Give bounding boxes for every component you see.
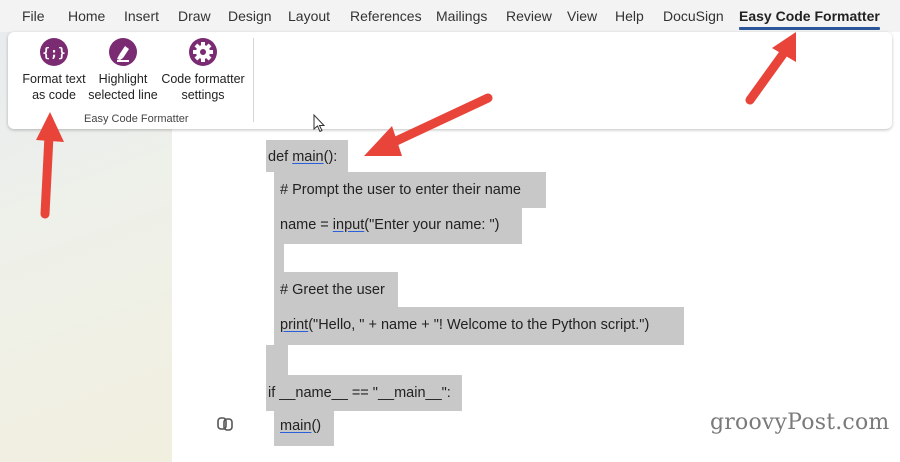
tab-insert[interactable]: Insert [124, 0, 159, 32]
code-line[interactable]: name = input("Enter your name: ") [280, 215, 499, 235]
tab-mailings[interactable]: Mailings [436, 0, 487, 32]
selection-highlight [266, 345, 288, 379]
svg-text:{;}: {;} [42, 46, 65, 61]
ribbon-group-label: Easy Code Formatter [84, 113, 189, 125]
function-name: input [332, 217, 365, 233]
tab-layout[interactable]: Layout [288, 0, 330, 32]
gear-icon [189, 38, 217, 66]
code-formatter-settings-button[interactable]: Code formatter settings [158, 38, 248, 103]
format-text-as-code-button[interactable]: {;} Format text as code [20, 38, 88, 103]
tab-easy-code-formatter[interactable]: Easy Code Formatter [739, 0, 880, 32]
tab-file[interactable]: File [22, 0, 45, 32]
highlighter-icon [109, 38, 137, 66]
tab-view[interactable]: View [567, 0, 597, 32]
code-line[interactable]: def main(): [268, 147, 337, 167]
code-line[interactable]: # Prompt the user to enter their name [280, 180, 521, 200]
code-line[interactable]: # Greet the user [280, 280, 385, 300]
function-name: main [292, 149, 324, 165]
code-line[interactable]: print("Hello, " + name + "! Welcome to t… [280, 315, 649, 335]
function-name: print [280, 317, 309, 333]
tab-help[interactable]: Help [615, 0, 644, 32]
tab-home[interactable]: Home [68, 0, 105, 32]
tab-review[interactable]: Review [506, 0, 552, 32]
ribbon: {;} Format text as code Highlight select… [8, 32, 892, 129]
highlight-selected-line-button[interactable]: Highlight selected line [86, 38, 160, 103]
watermark: groovyPost.com [710, 410, 890, 435]
tab-references[interactable]: References [350, 0, 422, 32]
code-line[interactable]: if __name__ == "__main__": [268, 383, 451, 403]
menu-bar: File Home Insert Draw Design Layout Refe… [0, 0, 900, 32]
group-divider [253, 38, 254, 122]
code-braces-icon: {;} [40, 38, 68, 66]
tab-draw[interactable]: Draw [178, 0, 211, 32]
tab-docusign[interactable]: DocuSign [663, 0, 724, 32]
code-line[interactable]: main() [280, 416, 321, 436]
function-name: main [280, 418, 312, 434]
tab-design[interactable]: Design [228, 0, 272, 32]
